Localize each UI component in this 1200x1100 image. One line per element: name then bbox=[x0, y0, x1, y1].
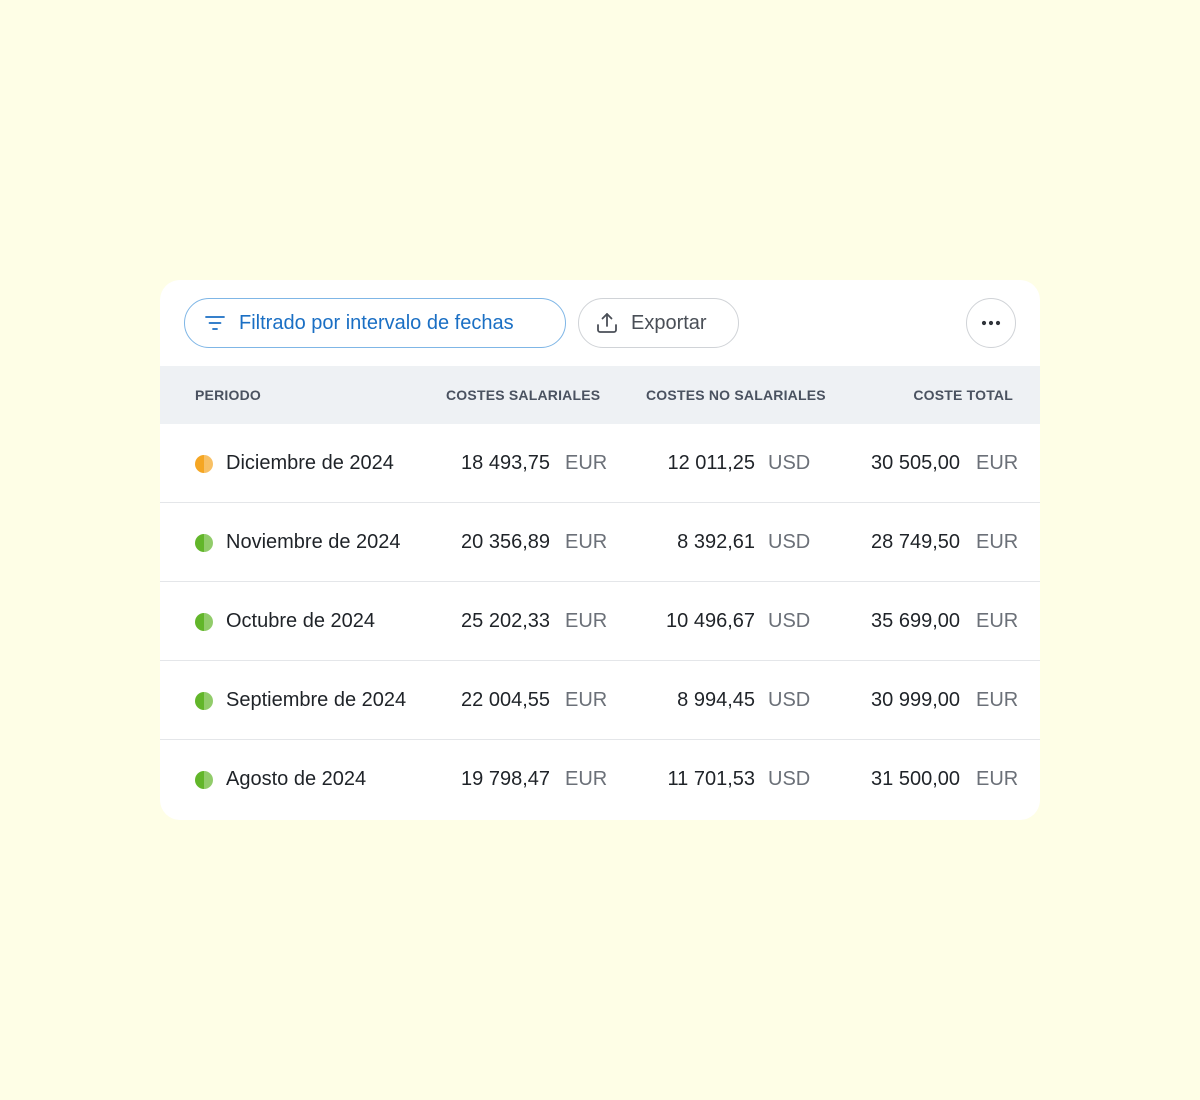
non-salary-currency: USD bbox=[768, 610, 811, 632]
total-currency: EUR bbox=[976, 610, 1019, 632]
period-cell: Diciembre de 2024 bbox=[195, 424, 394, 503]
costs-card: Filtrado por intervalo de fechas Exporta… bbox=[160, 280, 1040, 820]
filter-icon bbox=[203, 311, 227, 335]
header-total-cost[interactable]: COSTE TOTAL bbox=[913, 366, 1013, 424]
non-salary-amount: 8 994,45 bbox=[677, 689, 755, 711]
salary-amount: 19 798,47 bbox=[461, 768, 550, 790]
header-salary-costs[interactable]: COSTES SALARIALES bbox=[446, 366, 600, 424]
header-period[interactable]: PERIODO bbox=[195, 366, 261, 424]
toolbar: Filtrado por intervalo de fechas Exporta… bbox=[160, 280, 1040, 366]
salary-currency: EUR bbox=[565, 452, 608, 474]
total-currency: EUR bbox=[976, 689, 1019, 711]
table-row[interactable]: Noviembre de 2024 20 356,89 EUR 8 392,61… bbox=[160, 503, 1040, 582]
non-salary-currency: USD bbox=[768, 768, 811, 790]
total-currency: EUR bbox=[976, 452, 1019, 474]
non-salary-amount: 8 392,61 bbox=[677, 531, 755, 553]
table-row[interactable]: Agosto de 2024 19 798,47 EUR 11 701,53 U… bbox=[160, 740, 1040, 819]
salary-currency: EUR bbox=[565, 610, 608, 632]
period-cell: Agosto de 2024 bbox=[195, 740, 366, 819]
salary-amount: 18 493,75 bbox=[461, 452, 550, 474]
total-amount: 31 500,00 bbox=[871, 768, 960, 790]
non-salary-amount: 11 701,53 bbox=[667, 768, 756, 790]
more-horizontal-icon bbox=[979, 311, 1003, 335]
total-amount: 30 999,00 bbox=[871, 689, 960, 711]
more-options-button[interactable] bbox=[966, 298, 1016, 348]
table-row[interactable]: Octubre de 2024 25 202,33 EUR 10 496,67 … bbox=[160, 582, 1040, 661]
salary-currency: EUR bbox=[565, 531, 608, 553]
total-currency: EUR bbox=[976, 531, 1019, 553]
non-salary-currency: USD bbox=[768, 689, 811, 711]
salary-currency: EUR bbox=[565, 689, 608, 711]
table-row[interactable]: Diciembre de 2024 18 493,75 EUR 12 011,2… bbox=[160, 424, 1040, 503]
export-label: Exportar bbox=[631, 311, 707, 334]
total-currency: EUR bbox=[976, 768, 1019, 790]
period-label: Septiembre de 2024 bbox=[226, 689, 407, 711]
salary-amount: 25 202,33 bbox=[461, 610, 550, 632]
upload-icon bbox=[595, 311, 619, 335]
date-range-filter-label: Filtrado por intervalo de fechas bbox=[239, 311, 514, 334]
status-half-circle-icon bbox=[195, 454, 213, 473]
non-salary-currency: USD bbox=[768, 531, 811, 553]
date-range-filter-button[interactable]: Filtrado por intervalo de fechas bbox=[184, 298, 566, 348]
period-label: Noviembre de 2024 bbox=[226, 531, 401, 553]
table-row[interactable]: Septiembre de 2024 22 004,55 EUR 8 994,4… bbox=[160, 661, 1040, 740]
period-label: Diciembre de 2024 bbox=[226, 452, 394, 474]
total-amount: 28 749,50 bbox=[871, 531, 960, 553]
status-half-circle-icon bbox=[195, 770, 213, 789]
non-salary-amount: 12 011,25 bbox=[667, 452, 756, 474]
header-non-salary-costs[interactable]: COSTES NO SALARIALES bbox=[646, 366, 826, 424]
total-amount: 30 505,00 bbox=[871, 452, 960, 474]
status-half-circle-icon bbox=[195, 612, 213, 631]
total-amount: 35 699,00 bbox=[871, 610, 960, 632]
status-half-circle-icon bbox=[195, 691, 213, 710]
export-button[interactable]: Exportar bbox=[578, 298, 739, 348]
table-header: PERIODO COSTES SALARIALES COSTES NO SALA… bbox=[160, 366, 1040, 424]
salary-currency: EUR bbox=[565, 768, 608, 790]
period-label: Agosto de 2024 bbox=[226, 768, 367, 790]
period-cell: Octubre de 2024 bbox=[195, 582, 375, 661]
salary-amount: 22 004,55 bbox=[461, 689, 550, 711]
status-half-circle-icon bbox=[195, 533, 213, 552]
salary-amount: 20 356,89 bbox=[461, 531, 550, 553]
period-cell: Noviembre de 2024 bbox=[195, 503, 401, 582]
non-salary-currency: USD bbox=[768, 452, 811, 474]
non-salary-amount: 10 496,67 bbox=[666, 610, 755, 632]
period-cell: Septiembre de 2024 bbox=[195, 661, 406, 740]
table-body: Diciembre de 2024 18 493,75 EUR 12 011,2… bbox=[160, 424, 1040, 819]
period-label: Octubre de 2024 bbox=[226, 610, 375, 632]
